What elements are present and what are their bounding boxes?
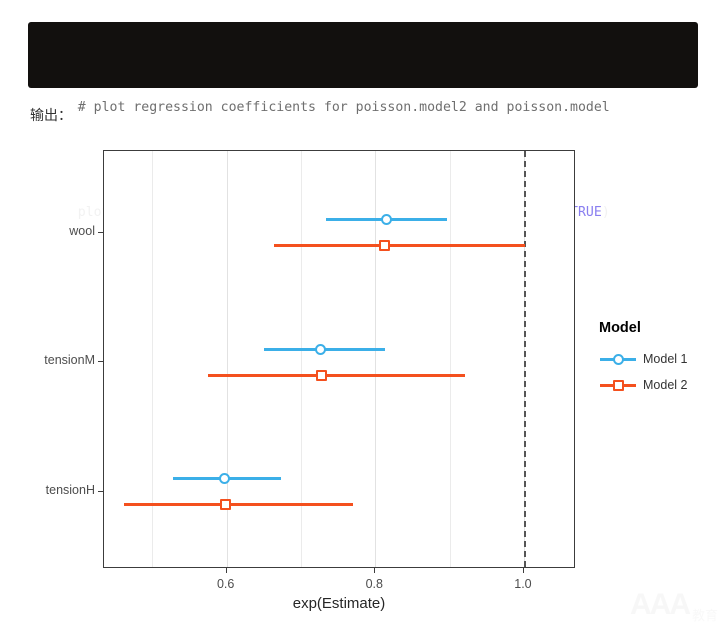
legend-label-model-1: Model 1 <box>643 352 688 366</box>
code-comment-text: # plot regression coefficients for poiss… <box>77 100 610 115</box>
legend-key-model-1 <box>599 349 637 369</box>
estimate-point-model-1-wool <box>380 214 392 225</box>
y-tick-mark-tensionM <box>98 361 103 363</box>
y-tick-label-tensionH: tensionH <box>45 482 95 497</box>
legend: Model Model 1 Model 2 <box>599 320 719 398</box>
coefficient-plot: wool tensionM tensionH 0.6 0.8 1.0 exp(Estima… <box>0 140 724 632</box>
estimate-point-model-1-tensionM <box>314 343 326 355</box>
legend-key-model-2 <box>599 375 637 395</box>
legend-title: Model <box>599 320 641 336</box>
x-axis-title: exp(Estimate) <box>292 595 386 612</box>
code-block: # plot regression coefficients for poiss… <box>28 22 698 220</box>
y-tick-label-wool: wool <box>69 223 95 238</box>
reference-line <box>523 151 526 567</box>
estimate-point-model-2-tensionM <box>315 369 327 381</box>
gridline-minor-2 <box>449 151 451 567</box>
plot-panel <box>103 150 575 568</box>
gridline-major-0.8 <box>375 151 377 567</box>
y-tick-mark-wool <box>98 231 103 233</box>
x-tick-mark-0.8 <box>374 568 376 573</box>
y-tick-label-tensionM: tensionM <box>44 353 95 368</box>
estimate-point-model-1-tensionH <box>218 473 230 485</box>
x-tick-label-0.6: 0.6 <box>216 577 235 591</box>
output-label: 输出： <box>30 108 72 124</box>
error-bar-model-2-tensionM <box>208 373 466 377</box>
legend-item-model-2[interactable]: Model 2 <box>599 372 719 398</box>
code-comment-line: # plot regression coefficients for poiss… <box>46 76 698 139</box>
x-tick-mark-0.6 <box>225 568 227 573</box>
estimate-point-model-2-wool <box>379 240 391 251</box>
estimate-point-model-2-tensionH <box>219 499 231 511</box>
y-tick-mark-tensionH <box>98 490 103 492</box>
legend-item-model-1[interactable]: Model 1 <box>599 346 719 372</box>
x-tick-mark-1.0 <box>522 568 525 573</box>
error-bar-model-2-wool <box>274 244 526 247</box>
x-tick-label-0.8: 0.8 <box>365 577 383 591</box>
legend-label-model-2: Model 2 <box>643 378 688 392</box>
x-tick-label-1.0: 1.0 <box>514 577 532 591</box>
error-bar-model-2-tensionH <box>124 503 353 507</box>
